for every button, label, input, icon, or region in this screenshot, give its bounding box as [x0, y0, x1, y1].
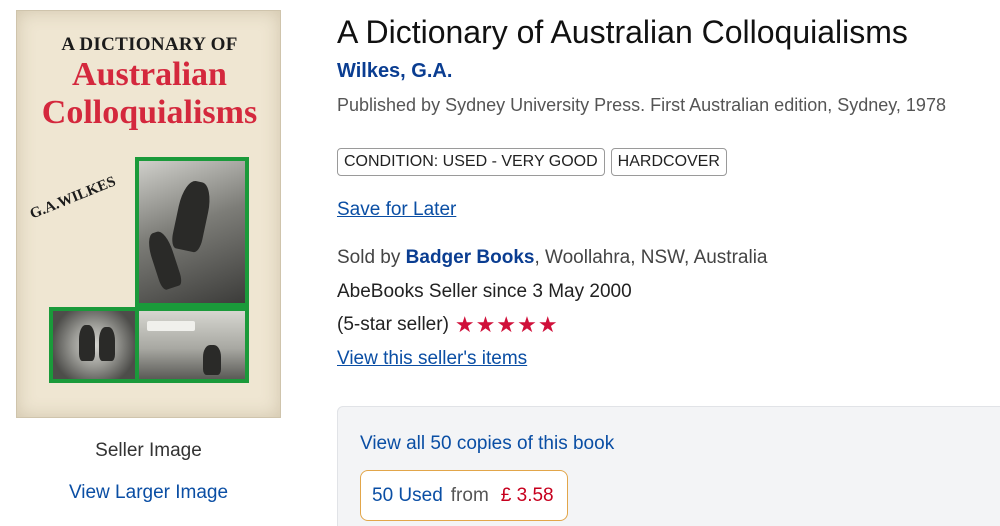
seller-name-link[interactable]: Badger Books [406, 247, 535, 268]
cover-title-line2: Australian [72, 56, 227, 93]
view-larger-image-link[interactable]: View Larger Image [16, 482, 281, 504]
star-icon: ★ [537, 312, 558, 337]
cover-photo-main [135, 157, 249, 307]
star-icon: ★ [475, 312, 496, 337]
condition-badge: CONDITION: USED - VERY GOOD [337, 148, 605, 176]
view-all-copies-link[interactable]: View all 50 copies of this book [360, 433, 614, 455]
cover-title-line1: A DICTIONARY OF [61, 34, 238, 55]
cover-photo-right [135, 307, 249, 383]
cover-author: G.A.WILKES [27, 173, 119, 223]
star-icon: ★ [517, 312, 537, 337]
used-count: 50 Used [372, 484, 443, 506]
cover-title-line3: Colloquialisms [41, 94, 258, 131]
publisher-info: Published by Sydney University Press. Fi… [337, 95, 946, 115]
copies-panel: View all 50 copies of this book 50 Used … [337, 406, 1000, 526]
price-from-label: from [450, 484, 489, 506]
cover-photo-left [49, 307, 139, 383]
save-for-later-link[interactable]: Save for Later [337, 199, 456, 221]
seller-image-caption: Seller Image [95, 440, 202, 461]
book-title: A Dictionary of Australian Colloquialism… [337, 14, 908, 50]
binding-badge: HARDCOVER [610, 148, 727, 176]
view-seller-items-link[interactable]: View this seller's items [337, 348, 527, 370]
seller-location: , Woollahra, NSW, Australia [534, 247, 768, 268]
sold-by-line: Sold by Badger Books, Woollahra, NSW, Au… [337, 247, 768, 269]
price-value: £ 3.58 [500, 484, 554, 506]
used-price-button[interactable]: 50 Used from £ 3.58 [360, 470, 568, 521]
author-link[interactable]: Wilkes, G.A. [337, 60, 452, 83]
seller-rating: (5-star seller) ★ ★ ★ ★ ★ [337, 314, 558, 336]
attribute-badges: CONDITION: USED - VERY GOOD HARDCOVER [337, 148, 727, 176]
star-icon: ★ [454, 312, 475, 337]
book-cover-image[interactable]: A DICTIONARY OF Australian Colloquialism… [16, 10, 281, 418]
seller-since: AbeBooks Seller since 3 May 2000 [337, 281, 632, 302]
sold-by-label: Sold by [337, 247, 406, 268]
rating-stars: ★ ★ ★ ★ ★ [455, 314, 558, 336]
star-icon: ★ [496, 312, 517, 337]
seller-rating-text: (5-star seller) [337, 314, 449, 335]
